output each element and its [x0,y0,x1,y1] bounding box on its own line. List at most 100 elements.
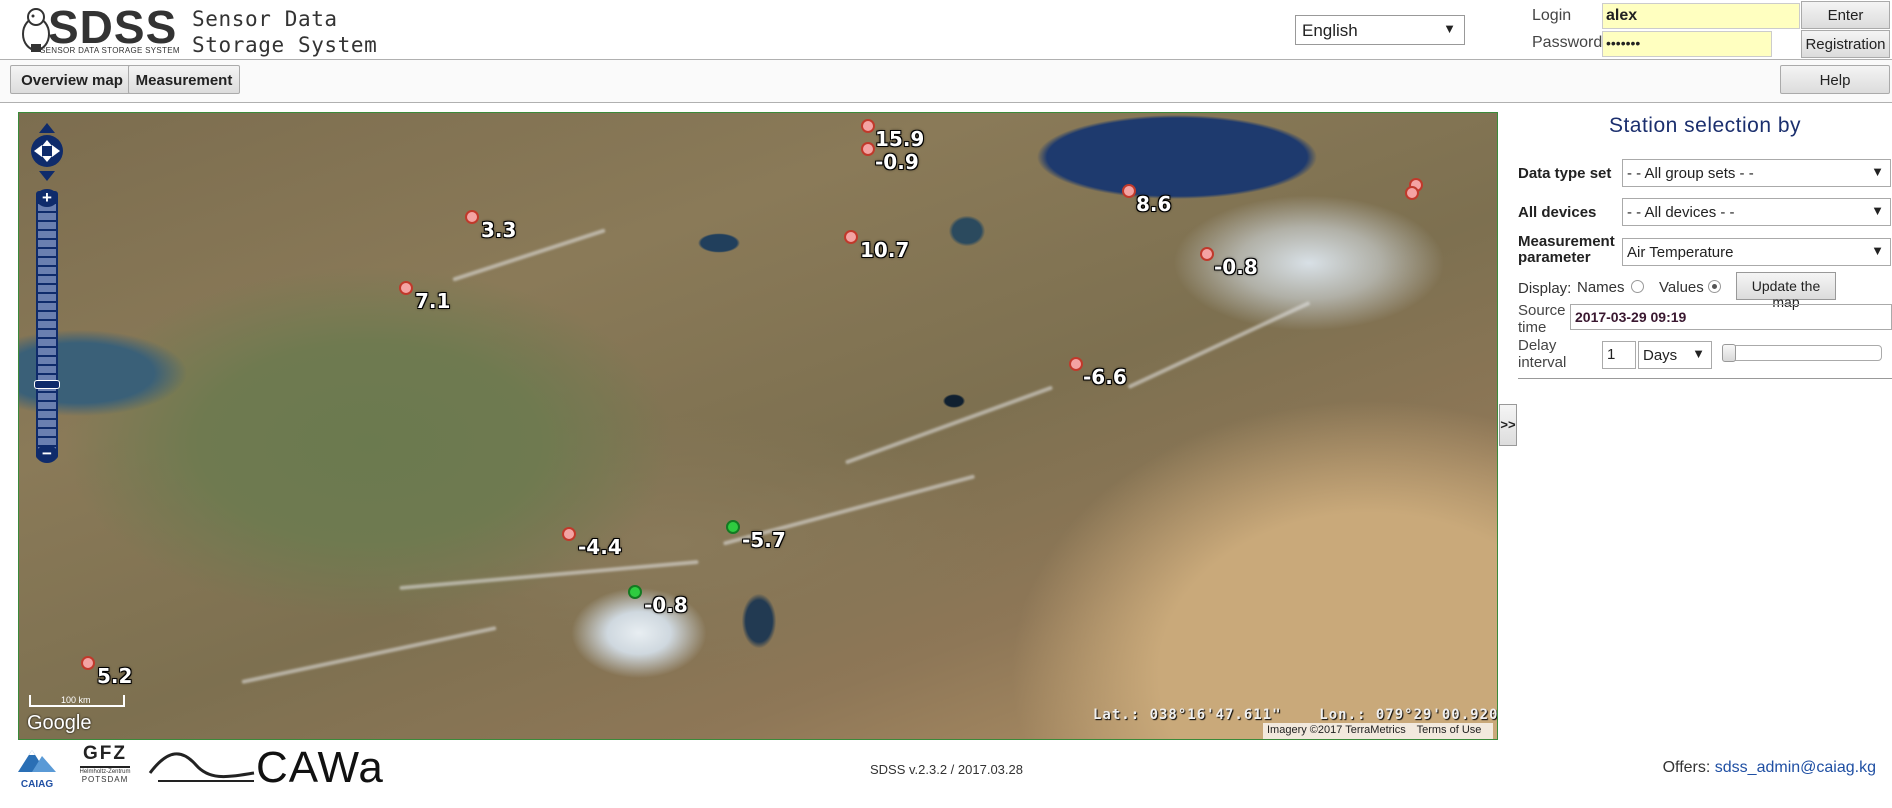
parameter-label-line2: parameter [1518,249,1591,266]
terms-link[interactable]: Terms of Use [1417,724,1482,736]
google-logo: Google [27,712,92,734]
app-title-line2: Storage System [192,33,378,57]
station-value: -0.8 [1214,255,1258,279]
station-marker[interactable] [81,656,95,670]
station-marker[interactable] [628,585,642,599]
zoom-out-icon[interactable]: − [36,445,58,463]
pan-control[interactable] [29,123,65,181]
station-value: 3.3 [481,218,517,242]
devices-select[interactable]: - - All devices - - ▼ [1622,198,1891,226]
map-attribution: Imagery ©2017 TerraMetrics Terms of Use [1263,723,1494,739]
password-label: Password [1532,34,1603,51]
gfz-sub2: POTSDAM [81,775,129,784]
source-time-input[interactable]: 2017-03-29 09:19 [1570,304,1892,330]
station-value: -0.9 [875,150,919,174]
station-marker[interactable] [861,119,875,133]
language-select[interactable]: English ▼ [1295,15,1465,45]
logo-subtext: SENSOR DATA STORAGE SYSTEM [40,46,180,55]
zoom-in-icon[interactable]: + [36,189,58,207]
panel-toggle-button[interactable]: >> [1499,404,1517,446]
snow-ridge [1127,300,1311,390]
station-value: 10.7 [860,238,910,262]
data-type-label: Data type set [1518,165,1612,182]
station-value: 8.6 [1136,192,1172,216]
caiag-logo: CAIAG [12,744,62,790]
delay-interval-label: Delay interval [1518,337,1566,371]
parameter-label-line1: Measurement [1518,233,1615,250]
app-title: Sensor Data Storage System [192,6,377,58]
devices-label: All devices [1518,204,1597,221]
delay-slider[interactable] [1722,344,1882,362]
toolbar: Overview map Measurement Help [0,60,1892,103]
station-marker[interactable] [861,142,875,156]
delay-unit-select[interactable]: Days ▼ [1638,341,1712,369]
password-input[interactable]: ••••••• [1602,31,1772,57]
caiag-label: CAIAG [20,779,54,790]
slider-handle[interactable] [1722,344,1736,362]
mountain-icon [18,750,56,772]
devices-value: - - All devices - - [1627,204,1735,221]
station-marker[interactable] [726,520,740,534]
snow-ridge [844,385,1054,465]
measurement-button[interactable]: Measurement [128,65,240,94]
data-type-select[interactable]: - - All group sets - - ▼ [1622,159,1891,187]
values-label: Values [1659,279,1704,296]
zoom-slider[interactable] [36,191,58,459]
header: SDSS SENSOR DATA STORAGE SYSTEM Sensor D… [0,0,1892,60]
values-radio[interactable] [1708,280,1721,293]
cawa-label: CAWa [256,743,384,792]
display-label: Display: [1518,280,1572,297]
dropdown-arrow-icon: ▼ [1871,243,1884,258]
gfz-logo: GFZ Helmholtz-Zentrum POTSDAM [74,743,136,793]
station-marker[interactable] [844,230,858,244]
overview-map-button[interactable]: Overview map [10,65,134,94]
station-marker[interactable] [465,210,479,224]
login-input[interactable]: alex [1602,3,1800,29]
delay-value-input[interactable]: 1 [1602,341,1636,369]
zoom-handle[interactable] [34,380,60,389]
registration-button[interactable]: Registration [1801,30,1890,58]
imagery-credit: Imagery ©2017 TerraMetrics [1267,724,1406,736]
station-marker[interactable] [1122,184,1136,198]
delay-label-line2: interval [1518,354,1567,371]
data-type-value: - - All group sets - - [1627,165,1754,182]
station-value: -0.8 [644,593,688,617]
panel-divider [1518,378,1892,379]
dropdown-arrow-icon: ▼ [1692,346,1705,361]
footer: CAIAG GFZ Helmholtz-Zentrum POTSDAM CAWa… [0,740,1892,808]
update-map-button[interactable]: Update the map [1736,272,1836,310]
pan-up-icon [39,123,55,133]
dropdown-arrow-icon: ▼ [1871,164,1884,179]
map-scale-label: 100 km [61,695,91,705]
login-label: Login [1532,7,1572,24]
help-button[interactable]: Help [1780,65,1890,94]
station-marker[interactable] [1200,247,1214,261]
station-marker[interactable] [1069,357,1083,371]
station-selection-panel: Station selection by Data type set - - A… [1518,110,1892,385]
enter-button[interactable]: Enter [1801,1,1890,29]
satellite-map[interactable]: + − 15.9 -0.9 8.6 3.3 10.7 7.1 -0.8 -6.6… [18,112,1498,740]
names-radio[interactable] [1631,280,1644,293]
dropdown-arrow-icon: ▼ [1871,203,1884,218]
parameter-label: Measurement parameter [1518,234,1615,266]
names-label: Names [1577,279,1625,296]
station-value: 5.2 [97,664,133,688]
cursor-coordinates: Lat.: 038°16'47.611" Lon.: 079°29'00.920… [1093,707,1498,723]
station-marker[interactable] [562,527,576,541]
pan-down-icon [39,171,55,181]
app-title-line1: Sensor Data [192,7,338,31]
snow-ridge [399,559,699,591]
contact-email-link[interactable]: sdss_admin@caiag.kg [1715,759,1876,776]
source-time-label-line1: Source [1518,302,1566,319]
station-marker[interactable] [1405,186,1419,200]
station-marker[interactable] [399,281,413,295]
delay-unit-value: Days [1643,347,1678,364]
station-value: -6.6 [1083,365,1127,389]
dropdown-arrow-icon: ▼ [1443,21,1456,36]
station-value: 15.9 [875,127,925,151]
source-time-label-line2: time [1518,319,1547,336]
source-time-label: Source time [1518,302,1566,336]
parameter-select[interactable]: Air Temperature ▼ [1622,238,1891,266]
offers: Offers: sdss_admin@caiag.kg [1663,759,1876,777]
gfz-label: GFZ [83,743,127,764]
